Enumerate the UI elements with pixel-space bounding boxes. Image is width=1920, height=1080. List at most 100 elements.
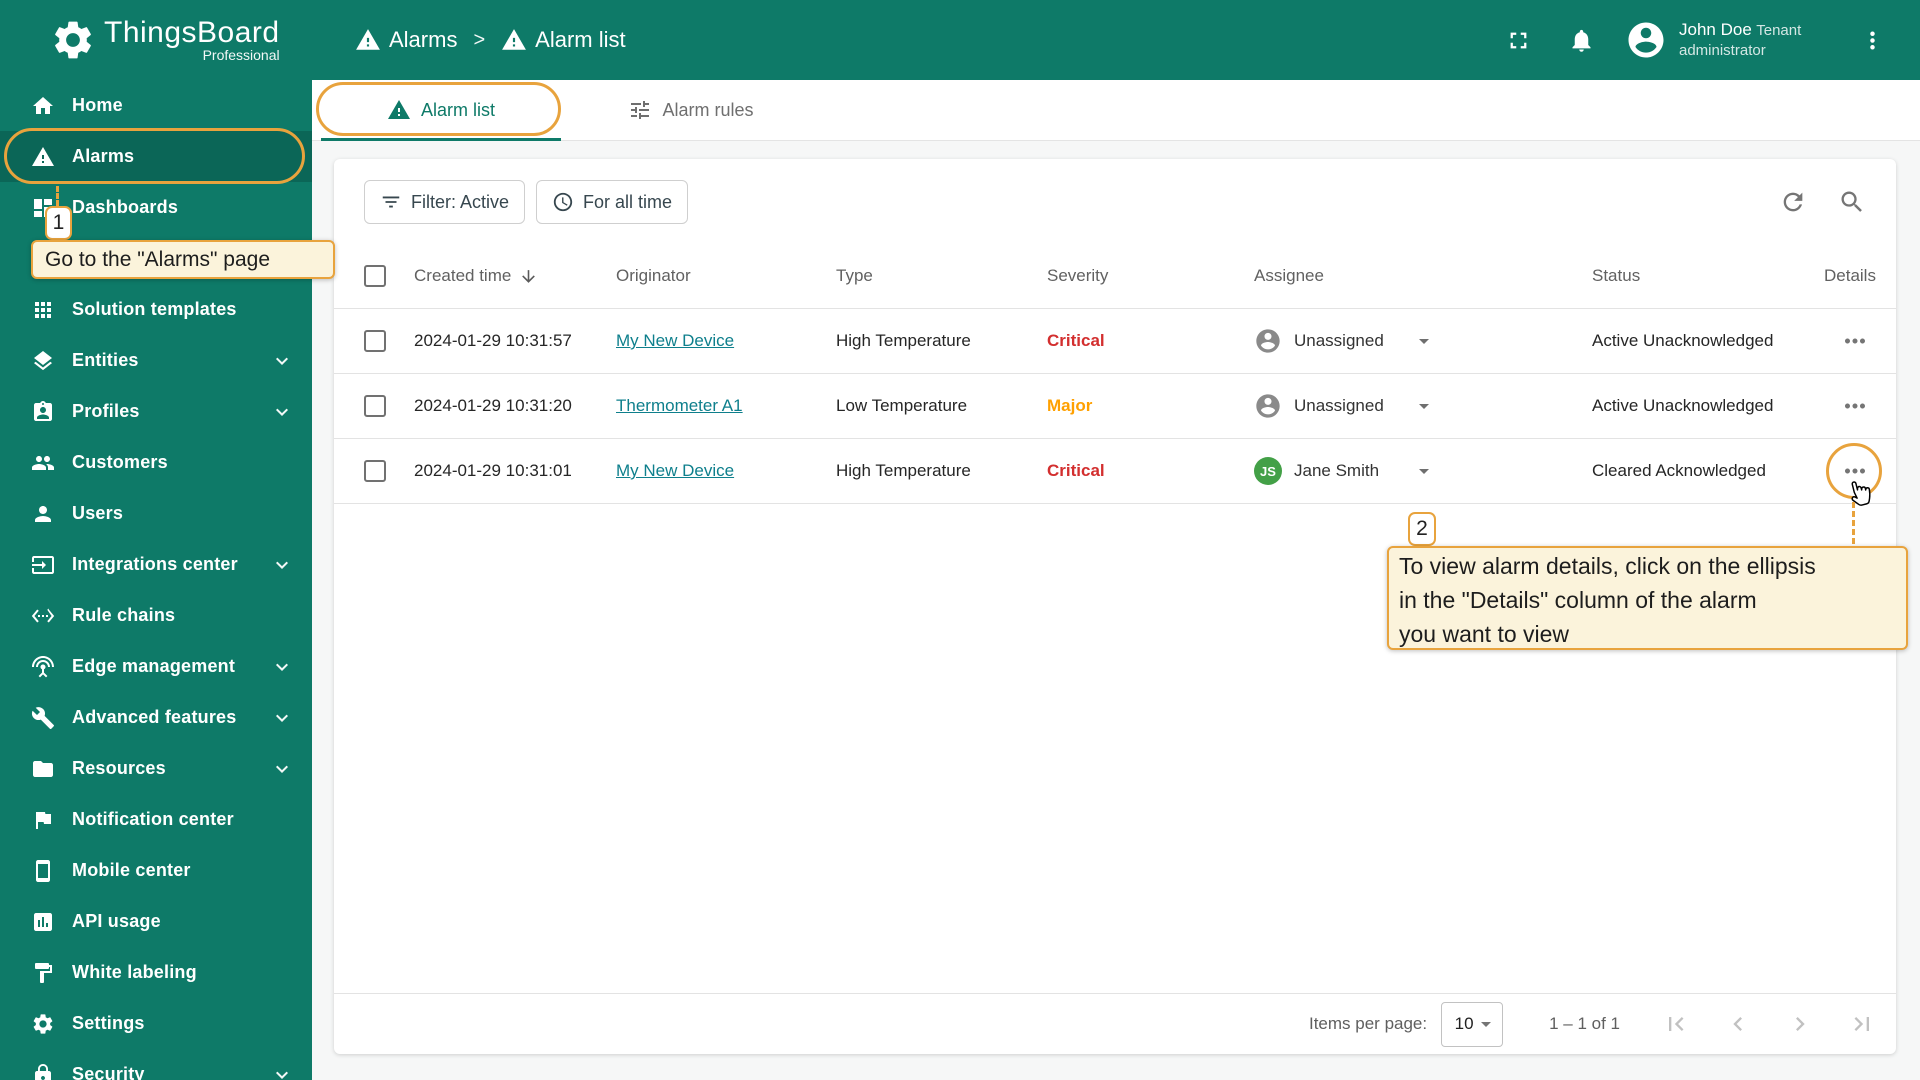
sidebar-item-home[interactable]: Home: [0, 80, 312, 131]
severity-label: Critical: [1047, 331, 1105, 350]
assignee-cell[interactable]: JS Jane Smith: [1254, 457, 1592, 485]
originator-link[interactable]: Thermometer A1: [616, 396, 743, 416]
clock-icon: [553, 192, 573, 212]
table-toolbar: Filter: Active For all time: [364, 180, 1866, 224]
unassigned-avatar-icon: [1254, 327, 1282, 355]
tune-icon: [631, 101, 650, 119]
sidebar-item-rule-chains[interactable]: Rule chains: [0, 590, 312, 641]
chevron-down-icon: [270, 757, 294, 781]
chevron-down-icon[interactable]: [1412, 459, 1436, 483]
chevron-down-icon: [270, 349, 294, 373]
row-checkbox[interactable]: [364, 395, 386, 417]
users-icon: [35, 505, 51, 522]
notifications-button[interactable]: [1568, 27, 1595, 54]
sidebar-item-resources[interactable]: Resources: [0, 743, 312, 794]
next-page-button[interactable]: [1786, 1010, 1814, 1038]
column-details: Details: [1824, 266, 1876, 285]
assignee-cell[interactable]: Unassigned: [1254, 392, 1592, 420]
last-page-button[interactable]: [1848, 1010, 1876, 1038]
sidebar-item-notification-center[interactable]: Notification center: [0, 794, 312, 845]
column-severity[interactable]: Severity: [1047, 266, 1254, 286]
column-type[interactable]: Type: [836, 266, 1047, 286]
column-status[interactable]: Status: [1592, 266, 1824, 286]
sidebar-item-white-labeling[interactable]: White labeling: [0, 947, 312, 998]
severity-label: Major: [1047, 396, 1093, 415]
table-row[interactable]: 2024-01-29 10:31:20 Thermometer A1 Low T…: [334, 374, 1896, 439]
sidebar-item-mobile-center[interactable]: Mobile center: [0, 845, 312, 896]
filter-button[interactable]: Filter: Active: [364, 180, 526, 224]
sidebar-item-security[interactable]: Security: [0, 1049, 312, 1080]
profiles-icon: [34, 400, 52, 421]
logo-subtitle: Professional: [202, 47, 280, 63]
first-page-button[interactable]: [1662, 1010, 1690, 1038]
sidebar-item-entities[interactable]: Entities: [0, 335, 312, 386]
column-originator[interactable]: Originator: [616, 266, 836, 286]
table-pagination: Items per page: 10 1 – 1 of 1: [334, 993, 1896, 1054]
sidebar-item-profiles[interactable]: Profiles: [0, 386, 312, 437]
breadcrumb-alarm-list[interactable]: Alarm list: [501, 27, 626, 53]
sidebar-item-edge-management[interactable]: Edge management: [0, 641, 312, 692]
refresh-icon: [1783, 192, 1803, 212]
tutorial-step-2-tooltip: To view alarm details, click on the elli…: [1387, 546, 1908, 650]
time-filter-button[interactable]: For all time: [536, 180, 689, 224]
tutorial-step-1-badge: 1: [45, 206, 72, 240]
logo-title: ThingsBoard: [104, 16, 280, 49]
items-per-page-select[interactable]: 10: [1441, 1001, 1504, 1047]
row-details-button[interactable]: [1840, 391, 1870, 421]
breadcrumb-alarms[interactable]: Alarms: [355, 27, 457, 53]
originator-link[interactable]: My New Device: [616, 461, 734, 481]
sidebar-item-api-usage[interactable]: API usage: [0, 896, 312, 947]
home-icon: [33, 96, 53, 114]
table-row[interactable]: 2024-01-29 10:31:01 My New Device High T…: [334, 439, 1896, 504]
sidebar-item-users[interactable]: Users: [0, 488, 312, 539]
sidebar-item-integrations-center[interactable]: Integrations center: [0, 539, 312, 590]
search-button[interactable]: [1838, 188, 1866, 216]
thingsboard-app: ThingsBoard Professional Alarms > Alarm …: [0, 0, 1920, 1080]
more-menu-button[interactable]: [1859, 27, 1886, 54]
row-checkbox[interactable]: [364, 330, 386, 352]
breadcrumb: Alarms > Alarm list: [355, 27, 626, 53]
row-details-button[interactable]: [1840, 456, 1870, 486]
sidebar-item-advanced-features[interactable]: Advanced features: [0, 692, 312, 743]
user-avatar[interactable]: [1625, 19, 1667, 61]
unassigned-avatar-icon: [1254, 392, 1282, 420]
sidebar-item-solution-templates[interactable]: Solution templates: [0, 284, 312, 335]
row-checkbox[interactable]: [364, 460, 386, 482]
sidebar-item-settings[interactable]: Settings: [0, 998, 312, 1049]
dropdown-arrow-icon: [1480, 1022, 1491, 1027]
search-icon: [1841, 191, 1862, 212]
resources-icon: [33, 760, 53, 777]
warning-icon: [32, 146, 54, 166]
settings-gear-icon: [33, 1013, 53, 1034]
warning-icon: [502, 29, 527, 50]
refresh-button[interactable]: [1779, 188, 1807, 216]
chevron-down-icon: [270, 1063, 294, 1080]
chevron-down-icon[interactable]: [1412, 394, 1436, 418]
active-tab-underline: [321, 138, 561, 141]
chevron-down-icon[interactable]: [1412, 329, 1436, 353]
tab-alarm-rules[interactable]: Alarm rules: [591, 80, 791, 140]
column-assignee[interactable]: Assignee: [1254, 266, 1592, 286]
severity-label: Critical: [1047, 461, 1105, 480]
bell-icon: [1572, 29, 1591, 52]
sidebar-item-alarms[interactable]: Alarms: [0, 131, 312, 182]
tab-alarm-list[interactable]: Alarm list: [321, 80, 561, 141]
filter-icon: [382, 196, 400, 208]
sidebar-item-customers[interactable]: Customers: [0, 437, 312, 488]
notification-center-icon: [36, 811, 51, 829]
originator-link[interactable]: My New Device: [616, 331, 734, 351]
select-all-checkbox[interactable]: [364, 265, 386, 287]
top-header: ThingsBoard Professional Alarms > Alarm …: [0, 0, 1920, 80]
rule-chains-icon: [31, 607, 55, 623]
thingsboard-logo[interactable]: ThingsBoard Professional: [0, 17, 312, 63]
table-row[interactable]: 2024-01-29 10:31:57 My New Device High T…: [334, 309, 1896, 374]
fullscreen-button[interactable]: [1505, 27, 1532, 54]
column-created-time[interactable]: Created time: [414, 266, 616, 286]
logo-gear-icon: [50, 17, 96, 63]
previous-page-button[interactable]: [1724, 1010, 1752, 1038]
chevron-down-icon: [270, 400, 294, 424]
row-details-button[interactable]: [1840, 326, 1870, 356]
ellipsis-icon: [1845, 338, 1865, 344]
user-name: John Doe: [1679, 20, 1752, 39]
assignee-cell[interactable]: Unassigned: [1254, 327, 1592, 355]
